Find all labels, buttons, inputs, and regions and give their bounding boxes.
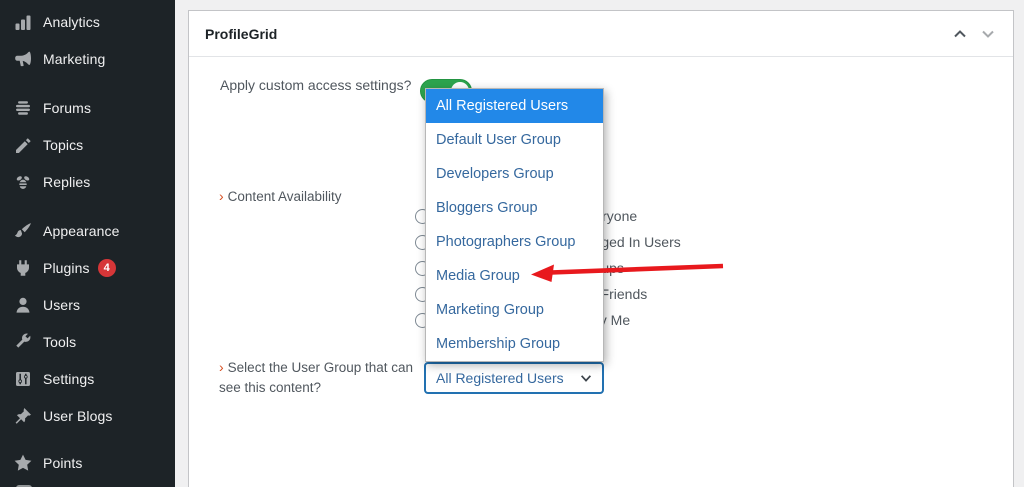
dropdown-option-bloggers-group[interactable]: Bloggers Group (426, 191, 603, 225)
dropdown-option-developers-group[interactable]: Developers Group (426, 157, 603, 191)
sidebar-item-label: Settings (43, 371, 94, 387)
user-blogs-icon (13, 406, 33, 426)
analytics-icon (13, 12, 33, 32)
appearance-icon (13, 221, 33, 241)
sidebar-item-user-blogs[interactable]: User Blogs (0, 397, 175, 434)
sidebar-item-users[interactable]: Users (0, 286, 175, 323)
sidebar-item-label: Appearance (43, 223, 120, 239)
sidebar-item-label: Points (43, 455, 83, 471)
sidebar-item-plugins[interactable]: Plugins 4 (0, 249, 175, 286)
sidebar-item-label: Users (43, 297, 80, 313)
metabox-header: ProfileGrid (189, 11, 1013, 57)
sidebar-item-marketing[interactable]: Marketing (0, 40, 175, 77)
move-up-icon[interactable] (951, 25, 969, 43)
sidebar-item-label: Forums (43, 100, 91, 116)
sidebar-item-label: Plugins (43, 260, 90, 276)
dropdown-option-media-group[interactable]: Media Group (426, 259, 603, 293)
points-icon (13, 453, 33, 473)
sidebar-item-label: Topics (43, 137, 83, 153)
sidebar-item-analytics[interactable]: Analytics (0, 3, 175, 40)
dropdown-option-membership-group[interactable]: Membership Group (426, 327, 603, 361)
dropdown-option-all-registered-users[interactable]: All Registered Users (426, 89, 603, 123)
settings-icon (13, 369, 33, 389)
sidebar-item-label: Analytics (43, 14, 100, 30)
dropdown-option-default-user-group[interactable]: Default User Group (426, 123, 603, 157)
sidebar-item-label: Tools (43, 334, 76, 350)
sidebar-item-replies[interactable]: Replies (0, 163, 175, 200)
sidebar-item-topics[interactable]: Topics (0, 126, 175, 163)
bullet-icon: › (219, 188, 224, 204)
topics-icon (13, 135, 33, 155)
users-icon (13, 295, 33, 315)
chevron-down-icon (579, 371, 593, 385)
apply-access-label: Apply custom access settings? (220, 77, 411, 93)
sidebar-item-tools[interactable]: Tools (0, 323, 175, 360)
sidebar-item-label: User Blogs (43, 408, 112, 424)
sidebar-item-appearance[interactable]: Appearance (0, 212, 175, 249)
user-group-select[interactable]: All Registered Users (424, 362, 604, 394)
sidebar-menu: Analytics Marketing Forums Topics Replie… (0, 3, 175, 481)
sidebar-item-label: Replies (43, 174, 90, 190)
content-availability-label: ›Content Availability (219, 188, 342, 204)
forums-icon (13, 98, 33, 118)
sidebar-item-label: Marketing (43, 51, 105, 67)
sidebar-item-settings[interactable]: Settings (0, 360, 175, 397)
plugins-icon (13, 258, 33, 278)
group-dropdown-list: All Registered Users Default User Group … (425, 88, 604, 362)
sidebar-item-forums[interactable]: Forums (0, 89, 175, 126)
dropdown-option-photographers-group[interactable]: Photographers Group (426, 225, 603, 259)
metabox-body: Apply custom access settings? ›Content A… (189, 57, 1013, 487)
group-select-label: ›Select the User Group that cansee this … (219, 357, 429, 398)
tools-icon (13, 332, 33, 352)
profilegrid-metabox: ProfileGrid Apply custom access settings… (188, 10, 1014, 487)
sidebar-item-points[interactable]: Points (0, 444, 175, 481)
replies-icon (13, 172, 33, 192)
marketing-icon (13, 49, 33, 69)
dropdown-option-marketing-group[interactable]: Marketing Group (426, 293, 603, 327)
move-down-icon[interactable] (979, 25, 997, 43)
update-count-badge: 4 (98, 259, 116, 277)
bullet-icon: › (219, 359, 224, 375)
selected-group-value: All Registered Users (436, 370, 564, 386)
admin-sidebar: Analytics Marketing Forums Topics Replie… (0, 0, 175, 487)
metabox-title: ProfileGrid (205, 26, 277, 42)
